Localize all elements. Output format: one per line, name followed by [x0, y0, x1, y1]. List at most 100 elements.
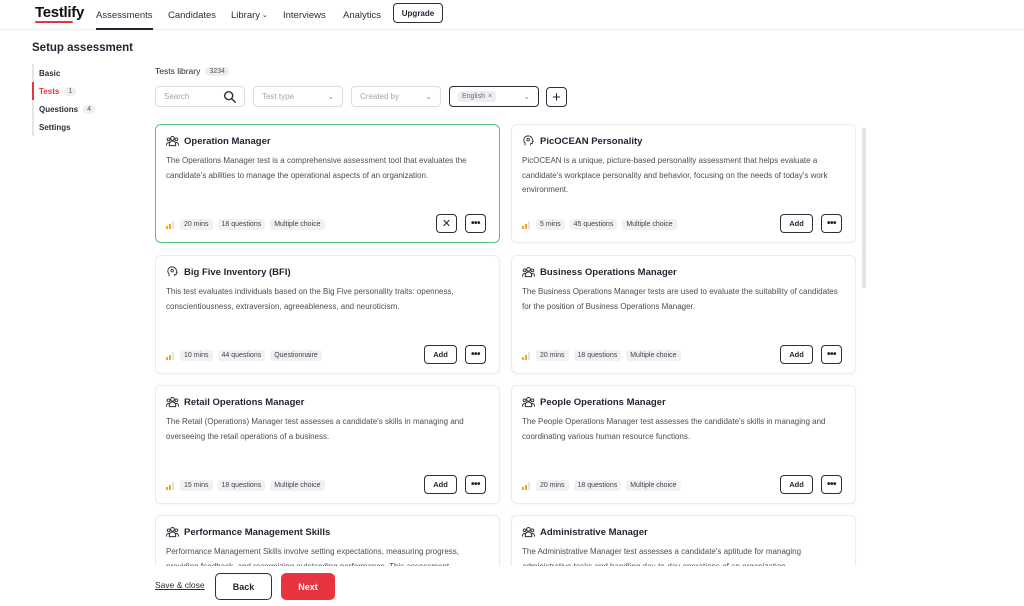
step-label: Settings: [39, 122, 71, 132]
users-icon: [166, 135, 179, 147]
created-by-select[interactable]: Created by ⌄: [351, 86, 441, 107]
test-card[interactable]: Operation Manager The Operations Manager …: [155, 124, 500, 243]
more-options-button[interactable]: •••: [465, 214, 486, 233]
remove-test-button[interactable]: ✕: [436, 214, 457, 233]
next-button[interactable]: Next: [281, 573, 335, 600]
more-options-button[interactable]: •••: [821, 214, 842, 233]
add-test-button[interactable]: Add: [780, 475, 813, 494]
test-card-header: Retail Operations Manager: [166, 396, 304, 408]
test-duration-tag: 20 mins: [536, 480, 569, 491]
test-card-description: This test evaluates individuals based on…: [166, 287, 454, 311]
test-type-tag: Multiple choice: [626, 350, 681, 361]
test-questions-tag: 18 questions: [573, 350, 622, 361]
step-questions[interactable]: Questions 4: [34, 100, 122, 118]
test-card-header: Operation Manager: [166, 135, 271, 147]
upgrade-button[interactable]: Upgrade: [393, 3, 443, 23]
test-card-title[interactable]: PicOCEAN Personality: [540, 136, 642, 147]
add-test-button[interactable]: Add: [424, 475, 457, 494]
setup-steps: Basic Tests 1 Questions 4 Settings: [32, 64, 122, 136]
step-label: Basic: [39, 68, 61, 78]
nav-label: Candidates: [168, 9, 217, 21]
test-card[interactable]: People Operations Manager The People Oper…: [511, 385, 856, 504]
test-card-title[interactable]: People Operations Manager: [540, 397, 666, 408]
test-card-header: Big Five Inventory (BFI): [166, 266, 291, 278]
more-options-button[interactable]: •••: [465, 475, 486, 494]
test-card[interactable]: Retail Operations Manager The Retail (Ope…: [155, 385, 500, 504]
step-count-badge: 4: [83, 104, 96, 114]
test-card-description: The Administrative Manager test assesses…: [522, 547, 802, 566]
close-icon[interactable]: ×: [488, 93, 492, 100]
add-test-button[interactable]: Add: [780, 214, 813, 233]
test-card[interactable]: Big Five Inventory (BFI) This test evalua…: [155, 255, 500, 374]
language-chip[interactable]: English ×: [458, 91, 497, 102]
nav-assessments[interactable]: Assessments: [96, 0, 153, 30]
test-card-title[interactable]: Operation Manager: [184, 136, 271, 147]
test-card-title[interactable]: Big Five Inventory (BFI): [184, 267, 291, 278]
nav-label: Assessments: [96, 9, 153, 21]
step-tests[interactable]: Tests 1: [32, 82, 122, 100]
tests-library-title: Tests library: [155, 66, 201, 76]
test-card-title[interactable]: Administrative Manager: [540, 527, 648, 538]
add-test-button[interactable]: Add: [780, 345, 813, 364]
test-questions-tag: 18 questions: [217, 219, 266, 230]
step-label: Tests: [39, 86, 60, 96]
tests-library-header: Tests library 3234: [155, 66, 229, 76]
users-icon: [522, 396, 535, 408]
test-card-title[interactable]: Business Operations Manager: [540, 267, 677, 278]
test-type-tag: Multiple choice: [270, 219, 325, 230]
test-card[interactable]: Performance Management Skills Performance…: [155, 515, 500, 566]
test-type-select[interactable]: Test type ⌄: [253, 86, 343, 107]
test-card-meta: 20 mins 18 questions Multiple choice: [522, 350, 686, 361]
test-card-meta: 10 mins 44 questions Questionnaire: [166, 350, 327, 361]
test-card-meta: 20 mins 18 questions Multiple choice: [166, 219, 330, 230]
app-logo[interactable]: Testlify: [35, 4, 84, 23]
save-close-link[interactable]: Save & close: [155, 580, 205, 590]
test-duration-tag: 15 mins: [180, 480, 213, 491]
test-duration-tag: 5 mins: [536, 219, 565, 230]
plus-icon: +: [552, 88, 561, 106]
step-basic[interactable]: Basic: [34, 64, 122, 82]
test-card-title[interactable]: Retail Operations Manager: [184, 397, 304, 408]
test-questions-tag: 18 questions: [573, 480, 622, 491]
difficulty-bars-icon: [166, 220, 174, 229]
more-options-button[interactable]: •••: [821, 345, 842, 364]
test-card-description: The Operations Manager test is a compreh…: [166, 156, 467, 180]
test-card-meta: 15 mins 18 questions Multiple choice: [166, 480, 330, 491]
nav-candidates[interactable]: Candidates: [168, 0, 216, 30]
users-icon: [166, 396, 179, 408]
nav-library[interactable]: Library ⌄: [231, 0, 268, 30]
test-card-description: The Business Operations Manager tests ar…: [522, 287, 838, 311]
test-card[interactable]: Administrative Manager The Administrative…: [511, 515, 856, 566]
scrollbar[interactable]: [862, 128, 866, 288]
nav-interviews[interactable]: Interviews: [283, 0, 326, 30]
test-card-header: PicOCEAN Personality: [522, 135, 642, 147]
test-questions-tag: 45 questions: [569, 219, 618, 230]
difficulty-bars-icon: [522, 220, 530, 229]
search-input[interactable]: Search: [155, 86, 245, 107]
add-test-button[interactable]: Add: [424, 345, 457, 364]
head-icon: [522, 135, 535, 147]
test-card-meta: 20 mins 18 questions Multiple choice: [522, 480, 686, 491]
test-type-tag: Questionnaire: [270, 350, 322, 361]
chevron-down-icon: ⌄: [523, 92, 530, 101]
more-options-button[interactable]: •••: [465, 345, 486, 364]
more-options-button[interactable]: •••: [821, 475, 842, 494]
chevron-down-icon: ⌄: [425, 92, 432, 101]
language-chip-label: English: [462, 93, 485, 100]
language-select[interactable]: English × ⌄: [449, 86, 539, 107]
test-card[interactable]: PicOCEAN Personality PicOCEAN is a unique…: [511, 124, 856, 243]
test-card-header: People Operations Manager: [522, 396, 666, 408]
test-card-title[interactable]: Performance Management Skills: [184, 527, 330, 538]
users-icon: [166, 526, 179, 538]
test-card[interactable]: Business Operations Manager The Business …: [511, 255, 856, 374]
add-filter-button[interactable]: +: [546, 87, 567, 107]
difficulty-bars-icon: [522, 351, 530, 360]
nav-analytics[interactable]: Analytics: [343, 0, 381, 30]
tests-library-count: 3234: [205, 66, 229, 76]
test-type-placeholder: Test type: [262, 92, 295, 101]
test-duration-tag: 20 mins: [536, 350, 569, 361]
created-by-placeholder: Created by: [360, 92, 400, 101]
back-button[interactable]: Back: [215, 573, 272, 600]
step-settings[interactable]: Settings: [34, 118, 122, 136]
test-duration-tag: 10 mins: [180, 350, 213, 361]
